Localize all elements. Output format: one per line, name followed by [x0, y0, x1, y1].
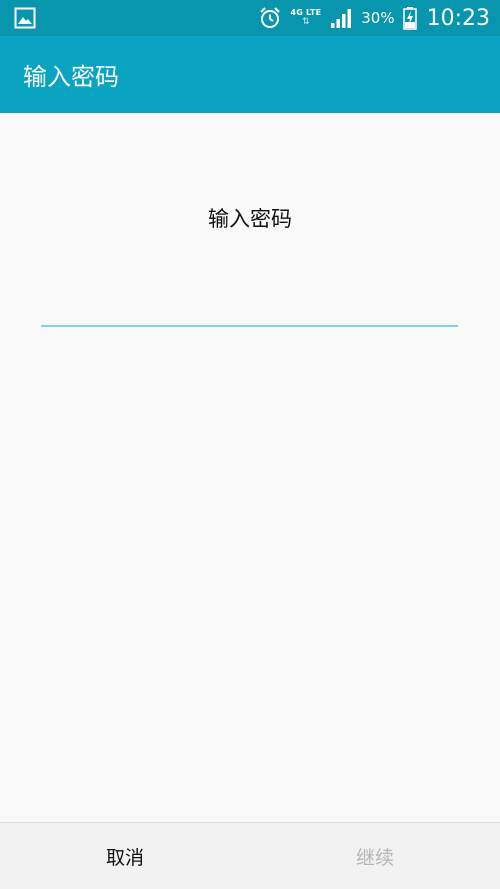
bottom-bar: 取消 继续 — [0, 822, 500, 889]
battery-charging-icon — [402, 7, 417, 30]
alarm-icon — [260, 7, 281, 28]
cancel-button[interactable]: 取消 — [0, 823, 250, 889]
data-arrows-icon: ⇅ — [302, 17, 310, 27]
status-bar: 4G LTE ⇅ 30% 10:23 — [0, 0, 500, 36]
clock: 10:23 — [426, 5, 490, 31]
continue-button[interactable]: 继续 — [250, 823, 500, 889]
network-label: 4G LTE — [290, 8, 322, 17]
password-prompt: 输入密码 — [208, 207, 292, 231]
signal-icon — [331, 9, 352, 28]
page-title: 输入密码 — [23, 63, 119, 91]
app-bar: 输入密码 — [0, 36, 500, 113]
network-indicator: 4G LTE ⇅ — [290, 9, 321, 27]
password-input[interactable] — [41, 293, 458, 327]
password-content: 输入密码 — [0, 113, 500, 822]
battery-percent: 30% — [361, 9, 395, 27]
gallery-icon — [14, 7, 36, 29]
